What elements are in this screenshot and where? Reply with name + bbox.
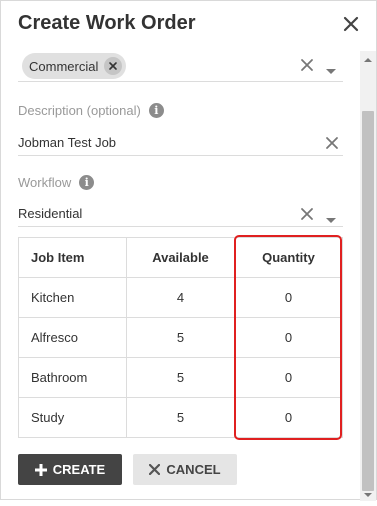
workflow-label: Workflow i [18, 175, 95, 190]
column-header-job-item: Job Item [18, 237, 127, 278]
quantity-cell[interactable]: 0 [234, 357, 343, 398]
dropdown-arrow-icon[interactable] [326, 211, 336, 229]
workflow-field[interactable]: Residential [18, 200, 343, 227]
info-icon[interactable]: i [148, 103, 164, 118]
table-row: Kitchen 4 0 [18, 277, 343, 318]
create-work-order-dialog: Create Work Order Commercial Description… [0, 0, 377, 501]
create-button[interactable]: CREATE [18, 454, 122, 485]
dialog-content: Commercial Description (optional) i Jobm… [1, 51, 359, 501]
table-row: Bathroom 5 0 [18, 357, 343, 398]
job-item-cell: Bathroom [18, 357, 127, 398]
workflow-value[interactable]: Residential [18, 206, 82, 221]
cancel-icon [149, 464, 161, 475]
description-label: Description (optional) i [18, 103, 164, 118]
scroll-down-arrow-icon[interactable] [362, 488, 374, 500]
table-row: Alfresco 5 0 [18, 317, 343, 358]
dropdown-arrow-icon[interactable] [326, 62, 336, 80]
description-field[interactable]: Jobman Test Job [18, 129, 343, 156]
job-items-table: Job Item Available Quantity Kitchen 4 0 … [18, 237, 343, 438]
job-item-cell: Kitchen [18, 277, 127, 318]
chip-label: Commercial [29, 58, 99, 74]
create-button-label: CREATE [52, 462, 106, 477]
quantity-cell[interactable]: 0 [234, 277, 343, 318]
close-icon[interactable] [340, 13, 362, 35]
info-icon[interactable]: i [79, 175, 95, 190]
cancel-button[interactable]: CANCEL [133, 454, 237, 485]
plus-icon [34, 463, 47, 476]
job-item-cell: Study [18, 397, 127, 438]
clear-icon[interactable] [325, 136, 339, 155]
workflow-label-text: Workflow [18, 175, 72, 190]
quantity-cell[interactable]: 0 [234, 397, 343, 438]
quantity-cell[interactable]: 0 [234, 317, 343, 358]
description-value[interactable]: Jobman Test Job [18, 135, 116, 150]
available-cell: 5 [126, 357, 235, 398]
chip-remove-icon[interactable] [104, 57, 123, 75]
clear-icon[interactable] [300, 58, 314, 77]
available-cell: 5 [126, 317, 235, 358]
available-cell: 4 [126, 277, 235, 318]
available-cell: 5 [126, 397, 235, 438]
table-header-row: Job Item Available Quantity [18, 237, 343, 278]
dialog-titlebar: Create Work Order [1, 1, 376, 51]
client-type-field[interactable]: Commercial [18, 51, 343, 82]
scroll-up-arrow-icon[interactable] [362, 53, 374, 65]
scrollbar-thumb[interactable] [362, 111, 374, 491]
dialog-title: Create Work Order [18, 12, 196, 34]
job-item-cell: Alfresco [18, 317, 127, 358]
table-row: Study 5 0 [18, 397, 343, 438]
column-header-available: Available [126, 237, 235, 278]
cancel-button-label: CANCEL [166, 462, 221, 477]
clear-icon[interactable] [300, 207, 314, 226]
column-header-quantity: Quantity [234, 237, 343, 278]
commercial-chip: Commercial [22, 53, 127, 79]
description-label-text: Description (optional) [18, 103, 141, 118]
